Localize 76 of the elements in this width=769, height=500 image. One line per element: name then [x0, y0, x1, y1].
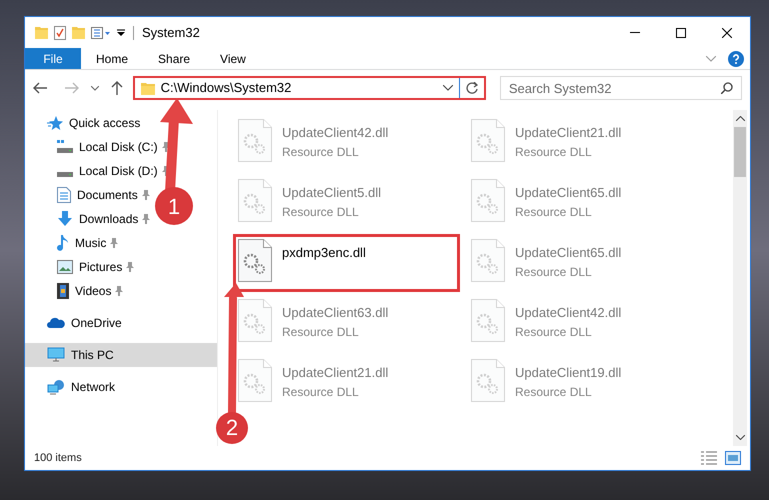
nav-item[interactable]: This PC [25, 343, 217, 367]
drive-icon [57, 172, 73, 176]
view-options-icon[interactable] [91, 26, 111, 38]
item-count: 100 items [34, 450, 82, 466]
scrollbar-thumb[interactable] [734, 127, 746, 177]
nav-item[interactable]: Documents [25, 183, 142, 207]
dropdown-caret-icon[interactable] [442, 85, 453, 91]
file-name[interactable]: pxdmp3enc.dll [282, 243, 366, 262]
properties-icon[interactable] [54, 26, 66, 40]
network-icon [47, 379, 65, 395]
minimize-icon [630, 32, 640, 33]
file-type: Resource DLL [515, 384, 592, 400]
drive-icon [57, 140, 73, 154]
file-type: Resource DLL [515, 204, 592, 220]
search-icon[interactable] [721, 82, 733, 94]
nav-item[interactable]: Pictures [25, 255, 126, 279]
nav-item[interactable]: OneDrive [25, 311, 128, 335]
close-icon [722, 28, 732, 38]
document-icon [57, 187, 71, 203]
scrollbar[interactable] [733, 110, 747, 446]
file-name[interactable]: UpdateClient63.dll [282, 303, 388, 322]
file-type: Resource DLL [515, 264, 592, 280]
file-name[interactable]: UpdateClient21.dll [515, 123, 622, 142]
file-name[interactable]: UpdateClient19.dll [515, 363, 622, 382]
folder-icon [140, 81, 155, 95]
file-name[interactable]: UpdateClient65.dll [515, 183, 622, 202]
highlight-box[interactable]: pxdmp3enc.dll [233, 234, 460, 292]
film-icon [57, 283, 69, 299]
file-type: Resource DLL [282, 384, 359, 400]
file-type: Resource DLL [515, 324, 592, 340]
picture-icon [57, 260, 73, 274]
nav-item[interactable]: Videos [25, 279, 116, 303]
file-type: Resource DLL [515, 144, 592, 160]
file-type: Resource DLL [282, 144, 359, 160]
file-name[interactable]: UpdateClient65.dll [515, 243, 622, 262]
back-icon[interactable] [33, 82, 47, 94]
maximize-icon [676, 28, 686, 38]
onedrive-cloud-icon [47, 317, 65, 329]
file-name[interactable]: UpdateClient42.dll [282, 123, 388, 142]
nav-item[interactable]: Quick access [25, 111, 146, 135]
nav-item[interactable]: Network [25, 375, 122, 399]
up-icon[interactable] [110, 81, 123, 95]
nav-item[interactable]: Downloads [25, 207, 142, 231]
ribbon-tab[interactable]: Home [81, 48, 144, 69]
file-name[interactable]: UpdateClient42.dll [515, 303, 622, 322]
details-view-icon[interactable] [701, 451, 717, 465]
nav-item[interactable]: Local Disk (D:) [25, 159, 162, 183]
file-type: Resource DLL [282, 204, 359, 220]
file-type: Resource DLL [282, 324, 359, 340]
dll-file-icon[interactable] [238, 239, 272, 282]
search-field[interactable]: Search System32 [500, 76, 742, 100]
address-path: C:\Windows\System32 [160, 79, 292, 98]
large-icons-view-icon[interactable] [725, 451, 741, 465]
ribbon-tab[interactable]: Share [143, 48, 206, 69]
step-badge: 2 [216, 412, 248, 444]
window-title: System32 [142, 24, 200, 42]
expand-ribbon-icon[interactable] [706, 56, 716, 62]
nav-item[interactable]: Local Disk (C:) [25, 135, 162, 159]
music-note-icon [57, 235, 69, 251]
recent-locations-icon[interactable] [90, 86, 99, 90]
scroll-down-icon[interactable] [736, 435, 744, 440]
scroll-up-icon[interactable] [736, 116, 744, 121]
star-icon [47, 115, 63, 131]
help-icon[interactable] [728, 50, 744, 66]
address-bar[interactable]: C:\Windows\System32 [132, 76, 486, 100]
download-arrow-icon [57, 211, 73, 227]
step-badge: 1 [155, 187, 193, 225]
forward-icon[interactable] [64, 82, 79, 94]
monitor-icon [47, 347, 65, 363]
file-name[interactable]: UpdateClient5.dll [282, 183, 382, 202]
ribbon-tab[interactable]: View [205, 48, 261, 69]
nav-item[interactable]: Music [25, 231, 110, 255]
ribbon-tab[interactable]: File [25, 48, 81, 69]
file-name[interactable]: UpdateClient21.dll [282, 363, 388, 382]
customize-caret-icon[interactable] [117, 28, 125, 36]
refresh-icon[interactable] [466, 82, 478, 94]
